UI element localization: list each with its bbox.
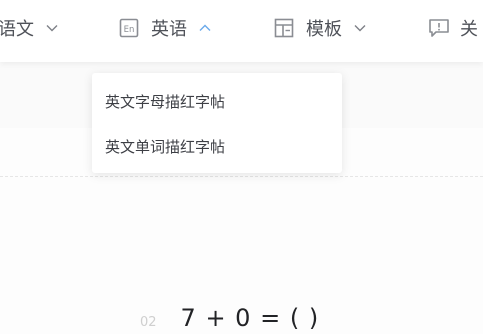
nav-item-about-label: 关 xyxy=(460,19,478,40)
chevron-down-icon xyxy=(354,24,366,32)
chevron-up-icon xyxy=(199,24,211,32)
nav-item-about[interactable]: 关 xyxy=(428,0,478,56)
dropdown-item-letter-tracing-label: 英文字母描红字帖 xyxy=(105,92,226,111)
nav-item-template-label: 模板 xyxy=(306,19,342,40)
dropdown-item-word-tracing[interactable]: 英文单词描红字帖 xyxy=(105,132,225,160)
question-number: 02 xyxy=(140,315,157,330)
dropdown-item-word-tracing-label: 英文单词描红字帖 xyxy=(105,137,226,156)
nav-item-template[interactable]: 模板 xyxy=(274,0,366,56)
nav-item-english-label: 英语 xyxy=(151,19,187,40)
worksheet-equation-row: 02 7 + 0 = ( ) xyxy=(140,304,319,334)
dropdown-item-letter-tracing[interactable]: 英文字母描红字帖 xyxy=(105,87,225,115)
feedback-icon xyxy=(428,18,450,38)
nav-item-english[interactable]: En 英语 xyxy=(119,0,211,56)
en-book-icon: En xyxy=(119,18,139,38)
english-dropdown-menu: 英文字母描红字帖 英文单词描红字帖 xyxy=(92,73,342,173)
nav-item-chinese-label: 语文 xyxy=(0,19,34,40)
top-navigation-bar: 语文 En 英语 模板 关 xyxy=(0,0,483,62)
svg-text:En: En xyxy=(124,25,135,35)
chevron-down-icon xyxy=(46,24,58,32)
nav-item-chinese[interactable]: 语文 xyxy=(0,0,58,56)
equation-text: 7 + 0 = ( ) xyxy=(180,304,320,332)
template-icon xyxy=(274,18,294,38)
dashed-divider xyxy=(0,176,483,177)
